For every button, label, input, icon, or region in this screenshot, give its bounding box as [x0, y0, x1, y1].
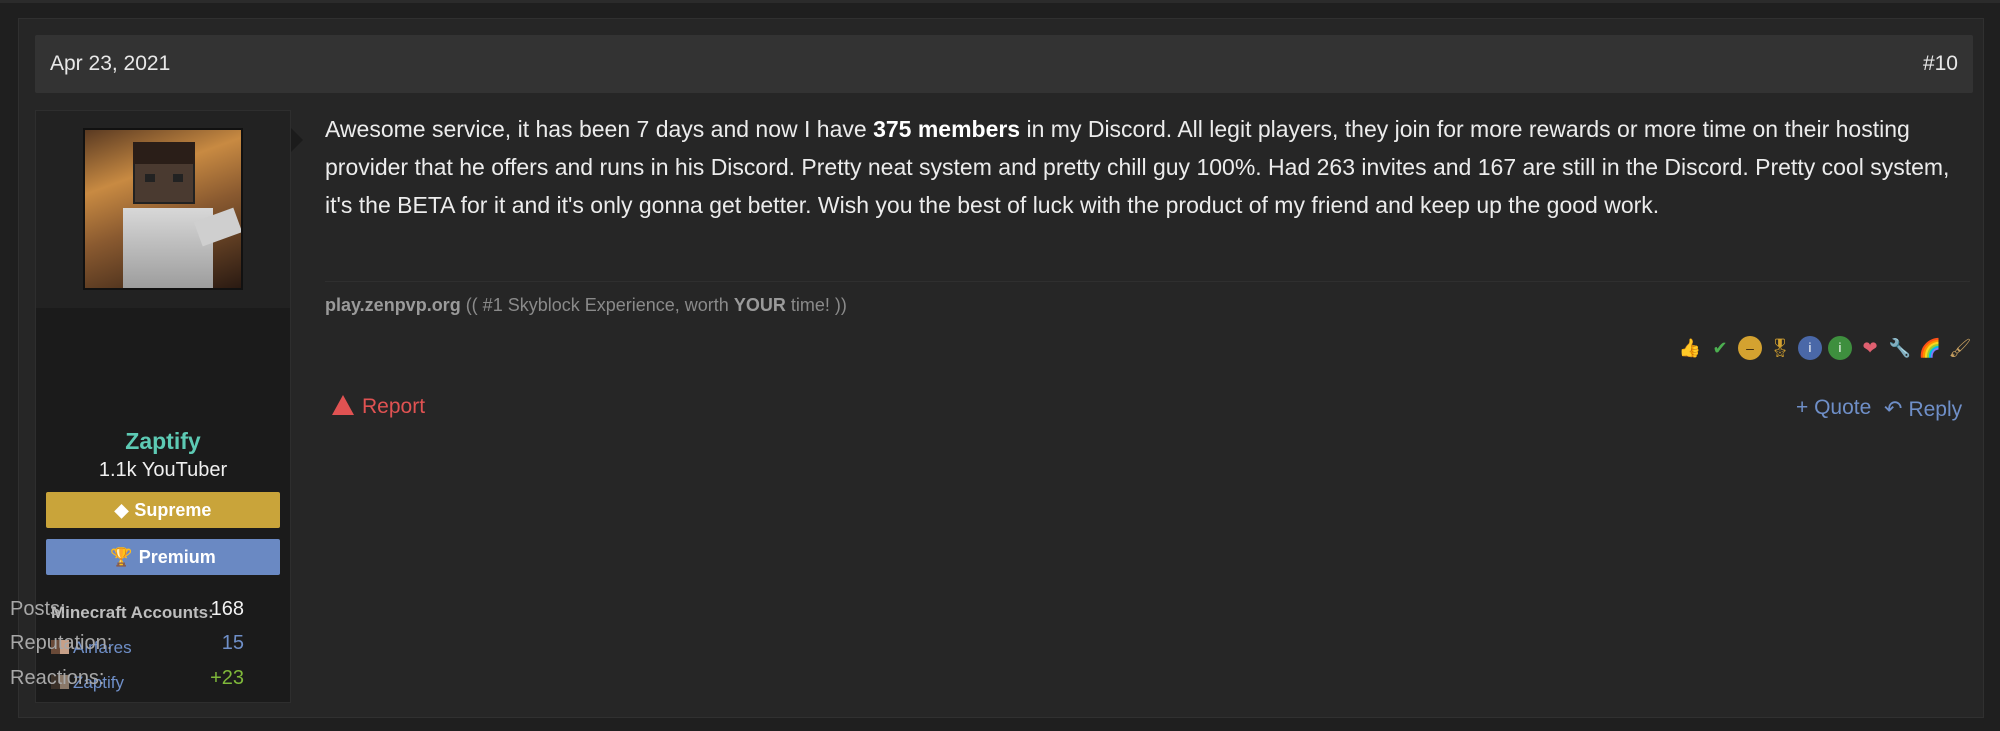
info-green-icon[interactable]: i	[1828, 336, 1852, 360]
signature-text: time! ))	[785, 295, 847, 315]
stat-value[interactable]: 15	[222, 632, 244, 655]
stat-label: Posts:	[10, 598, 66, 620]
supreme-badge-label: Supreme	[134, 500, 212, 520]
stat-value[interactable]: 168	[211, 598, 244, 621]
stat-reputation: Reputation: 15	[10, 632, 244, 655]
quote-button[interactable]: + Quote	[1796, 396, 1871, 420]
report-button[interactable]: Report	[332, 395, 425, 419]
thumbs-up-icon[interactable]: 👍	[1678, 336, 1702, 360]
no-entry-icon[interactable]: –	[1738, 336, 1762, 360]
stat-reactions: Reactions: +23	[10, 667, 244, 690]
reply-label: Reply	[1908, 398, 1963, 421]
message-text: Awesome service, it has been 7 days and …	[325, 116, 874, 142]
medal-icon[interactable]: 🎖	[1768, 336, 1792, 360]
user-title: 1.1k YouTuber	[98, 459, 228, 481]
top-divider	[0, 0, 2000, 3]
stat-label: Reactions:	[10, 667, 105, 689]
stat-value: +23	[210, 667, 244, 689]
post-header: Apr 23, 2021 #10	[35, 35, 1973, 93]
signature-server: play.zenpvp.org	[325, 295, 461, 315]
reply-button[interactable]: ↶ Reply	[1884, 396, 1962, 422]
rainbow-icon[interactable]: 🌈	[1918, 336, 1942, 360]
message-bold: 375 members	[873, 116, 1021, 142]
info-icon[interactable]: i	[1798, 336, 1822, 360]
brush-icon[interactable]: 🖌	[1948, 336, 1972, 360]
avatar[interactable]	[83, 128, 243, 290]
trophy-icon: 🏆	[110, 547, 133, 567]
premium-badge-label: Premium	[138, 547, 216, 567]
warning-icon	[332, 395, 354, 415]
diamond-icon: ◆	[114, 500, 129, 520]
signature-emphasis: YOUR	[733, 295, 786, 315]
message-arrow	[291, 128, 303, 152]
stat-posts: Posts: 168	[10, 598, 244, 621]
heart-icon[interactable]: ❤	[1858, 336, 1882, 360]
check-icon[interactable]: ✔	[1708, 336, 1732, 360]
post-date[interactable]: Apr 23, 2021	[50, 52, 170, 76]
reply-icon: ↶	[1884, 396, 1903, 421]
report-label: Report	[362, 395, 426, 418]
username[interactable]: Zaptify	[36, 428, 290, 455]
post-number[interactable]: #10	[1923, 52, 1958, 76]
signature: play.zenpvp.org (( #1 Skyblock Experienc…	[325, 295, 847, 316]
avatar-container	[36, 111, 290, 308]
wrench-icon[interactable]: 🔧	[1888, 336, 1912, 360]
signature-divider	[325, 281, 1970, 282]
signature-text: (( #1 Skyblock Experience, worth	[460, 295, 734, 315]
supreme-badge[interactable]: ◆ Supreme	[46, 492, 280, 528]
reactions-bar[interactable]: 👍 ✔ – 🎖 i i ❤ 🔧 🌈 🖌	[1678, 336, 1972, 364]
message-body: Awesome service, it has been 7 days and …	[325, 110, 1970, 224]
premium-badge[interactable]: 🏆 Premium	[46, 539, 280, 575]
stat-label: Reputation:	[10, 632, 113, 654]
